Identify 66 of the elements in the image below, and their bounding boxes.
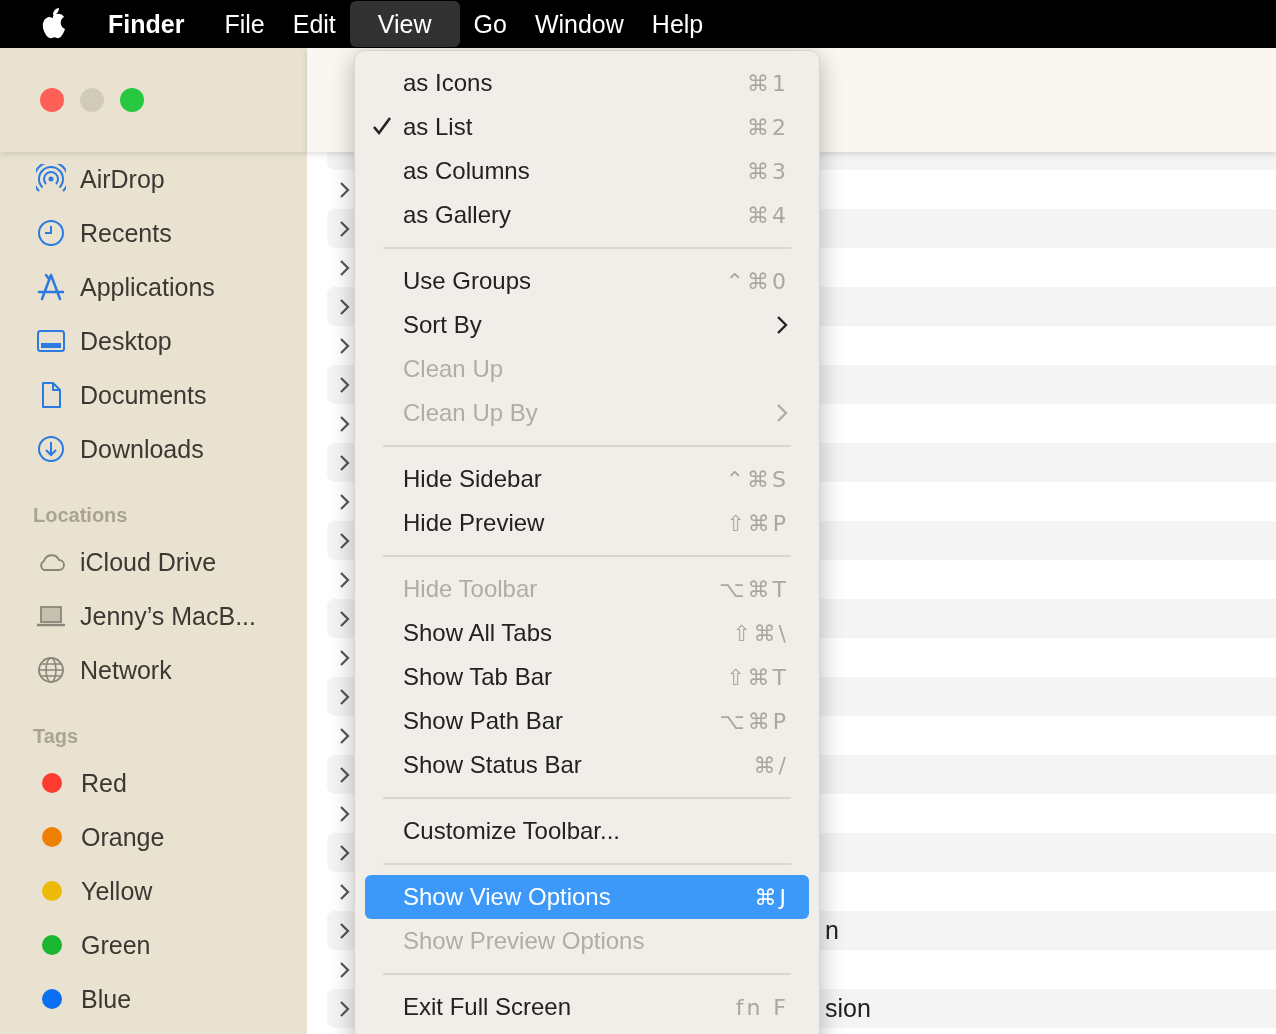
menu-item[interactable]: as List ⌘2 <box>365 105 809 149</box>
menu-item[interactable]: Sort By <box>365 303 809 347</box>
menu-item[interactable]: as Icons ⌘1 <box>365 61 809 105</box>
sidebar-item[interactable]: iCloud Drive <box>0 535 307 589</box>
disclosure-chevron-icon[interactable] <box>339 804 351 823</box>
sidebar-item[interactable]: Yellow <box>0 864 307 918</box>
disclosure-chevron-icon[interactable] <box>339 258 351 277</box>
disclosure-chevron-icon[interactable] <box>339 882 351 901</box>
signal-waves-icon <box>36 164 66 194</box>
menu-item[interactable]: Show Path Bar ⌥⌘P <box>365 699 809 743</box>
file-name: sion <box>825 994 871 1023</box>
disclosure-chevron-icon[interactable] <box>339 492 351 511</box>
disclosure-chevron-icon[interactable] <box>339 648 351 667</box>
download-icon <box>36 434 66 464</box>
sidebar-item[interactable]: Downloads <box>0 422 307 476</box>
disclosure-chevron-icon[interactable] <box>339 219 351 238</box>
section-header: Tags <box>32 724 80 749</box>
menu-bar-item[interactable]: Go <box>459 1 521 47</box>
menu-bar-item[interactable]: File <box>210 1 279 47</box>
disclosure-chevron-icon[interactable] <box>339 687 351 706</box>
disclosure-chevron-icon[interactable] <box>339 453 351 472</box>
disclosure-chevron-icon[interactable] <box>339 180 351 199</box>
disclosure-chevron-icon[interactable] <box>339 726 351 745</box>
clock-icon <box>36 218 66 248</box>
menu-bar-item[interactable]: View <box>349 1 460 47</box>
menu-bar-item[interactable]: Edit <box>278 1 350 47</box>
disclosure-chevron-icon[interactable] <box>339 843 351 862</box>
disclosure-chevron-icon[interactable] <box>339 999 351 1018</box>
sidebar-item[interactable]: AirDrop <box>0 152 307 206</box>
disclosure-chevron-icon[interactable] <box>339 765 351 784</box>
app-menu[interactable]: Finder <box>94 1 199 47</box>
sidebar-item[interactable]: Jenny’s MacB... <box>0 589 307 643</box>
menu-item[interactable]: Show All Tabs ⇧⌘\ <box>365 611 809 655</box>
disclosure-chevron-icon[interactable] <box>339 297 351 316</box>
sidebar-item[interactable]: Documents <box>0 368 307 422</box>
menu-bar-item[interactable]: Help <box>637 1 718 47</box>
menu-item[interactable]: as Gallery ⌘4 <box>365 193 809 237</box>
sidebar-item[interactable]: Applications <box>0 260 307 314</box>
disclosure-chevron-icon[interactable] <box>339 609 351 628</box>
sidebar-item[interactable]: Green <box>0 918 307 972</box>
menu-item[interactable]: Hide Preview ⇧⌘P <box>365 501 809 545</box>
sidebar-item[interactable]: Red <box>0 756 307 810</box>
disclosure-chevron-icon[interactable] <box>339 375 351 394</box>
sidebar-item[interactable]: Desktop <box>0 314 307 368</box>
sidebar-item[interactable]: Orange <box>0 810 307 864</box>
disclosure-chevron-icon[interactable] <box>339 921 351 940</box>
menu-bar-item[interactable]: Window <box>520 1 638 47</box>
menu-item[interactable]: Show Tab Bar ⇧⌘T <box>365 655 809 699</box>
disclosure-chevron-icon[interactable] <box>339 570 351 589</box>
disclosure-chevron-icon[interactable] <box>339 336 351 355</box>
menu-item[interactable]: as Columns ⌘3 <box>365 149 809 193</box>
sidebar-item[interactable]: Recents <box>0 206 307 260</box>
compass-a-icon <box>36 272 66 302</box>
section-header: Locations <box>32 503 129 528</box>
sidebar-item[interactable]: Blue <box>0 972 307 1026</box>
menu-item[interactable]: Hide Sidebar ⌃⌘S <box>365 457 809 501</box>
disclosure-chevron-icon[interactable] <box>339 531 351 550</box>
sidebar-item[interactable]: Network <box>0 643 307 697</box>
menu-item[interactable]: Customize Toolbar... <box>365 809 809 853</box>
globe-icon <box>36 655 66 685</box>
menu-item[interactable]: Exit Full Screen fn F <box>365 985 809 1029</box>
menu-item[interactable]: Show Status Bar ⌘/ <box>365 743 809 787</box>
file-name: n <box>825 916 839 945</box>
disclosure-chevron-icon[interactable] <box>339 414 351 433</box>
menu-item[interactable]: Use Groups ⌃⌘0 <box>365 259 809 303</box>
disclosure-chevron-icon[interactable] <box>339 960 351 979</box>
